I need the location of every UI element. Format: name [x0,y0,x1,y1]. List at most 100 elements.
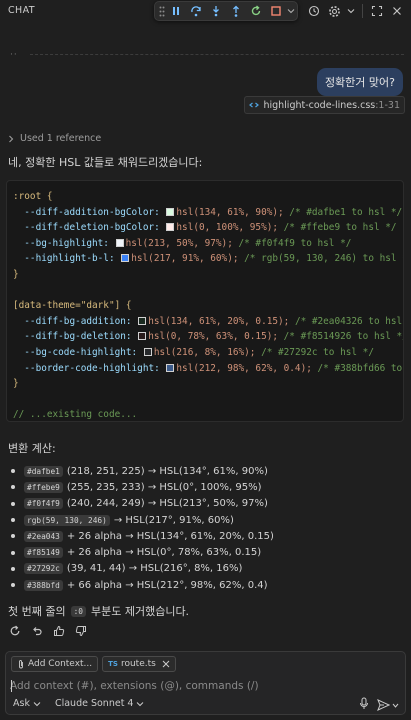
code-token: hsl(217, 91%, 60%); [131,253,245,265]
color-swatch[interactable] [166,363,175,372]
list-item: #27292c (39, 41, 44) → HSL(216°, 8%, 16%) [8,561,274,577]
restart-icon[interactable] [246,2,266,20]
conversion-list: #dafbe1 (218, 251, 225) → HSL(134°, 61%, … [8,463,274,593]
bullet-icon [11,501,15,506]
code-token: --border-code-highlight: [13,362,166,374]
gear-icon[interactable] [326,3,342,19]
list-item: #2ea043 + 26 alpha → HSL(134°, 61%, 20%, … [8,528,274,544]
conversion-text: → HSL(217°, 91%, 60%) [113,514,234,526]
thumbs-up-icon[interactable] [50,622,67,639]
code-token: --bg-highlight: [13,237,115,249]
input-actions [359,697,399,713]
undo-icon[interactable] [28,622,45,639]
chevron-down-icon[interactable] [346,3,356,19]
step-into-icon[interactable] [206,2,226,20]
code-block: :root { --diff-addition-bgColor: hsl(134… [6,180,404,422]
list-item: #dafbe1 (218, 251, 225) → HSL(134°, 61%, … [8,463,274,479]
retry-icon[interactable] [6,622,23,639]
inline-code: :0 [70,605,86,617]
code-line: --diff-addition-bgColor: hsl(134, 61%, 9… [13,205,402,221]
code-line: } [13,267,397,283]
conversion-text: (255, 235, 233) → HSL(0°, 100%, 95%) [66,481,262,493]
closing-before: 첫 번째 줄의 [8,605,66,618]
new-window-icon[interactable] [369,3,385,19]
history-icon[interactable] [306,3,322,19]
code-token: } [13,268,19,280]
typescript-icon: TS [108,660,118,668]
bullet-icon [11,534,15,539]
code-line: --highlight-b-l: hsl(217, 91%, 60%); /* … [13,251,403,267]
add-context-button[interactable]: Add Context... [11,656,99,672]
add-context-label: Add Context... [28,659,93,669]
color-swatch[interactable] [166,207,175,216]
step-over-icon[interactable] [186,2,206,20]
code-token: :root { [13,191,53,202]
color-swatch[interactable] [121,254,130,263]
code-token: /* #f0f4f9 to hsl */ [238,237,352,249]
code-line: --bg-highlight: hsl(213, 50%, 97%); /* #… [13,236,397,252]
chevron-down-icon [33,701,41,706]
code-line: :root { [13,189,397,205]
code-token: /* #f8514926 to hsl */ [283,331,404,343]
debug-toolbar [154,1,298,21]
step-out-icon[interactable] [226,2,246,20]
conversion-text: + 26 alpha → HSL(0°, 78%, 63%, 0.15) [66,547,262,559]
paperclip-icon [19,660,23,669]
thumbs-down-icon[interactable] [72,622,89,639]
color-swatch[interactable] [115,238,124,247]
color-swatch[interactable] [166,223,175,232]
text-caret [11,680,12,692]
code-token: hsl(213, 50%, 97%); [125,237,239,249]
inline-code: #388bfd [24,579,63,591]
send-icon[interactable] [377,699,399,711]
code-line: --diff-bg-deletion: hsl(0, 78%, 63%, 0.1… [13,329,403,345]
code-token: --diff-deletion-bgColor: [13,222,166,234]
chat-input[interactable] [10,677,400,695]
bullet-icon [11,469,15,474]
file-code-icon [249,102,260,108]
color-swatch[interactable] [138,332,147,341]
inline-code: #2ea043 [24,530,63,542]
bullet-icon [11,550,15,555]
mode-picker[interactable]: Ask [13,698,41,709]
drag-handle-icon[interactable] [158,5,166,17]
code-token: /* #388bfd66 to hsl [317,362,403,374]
used-references-label: Used 1 reference [20,133,102,144]
inline-code: #f85149 [24,547,63,559]
close-icon[interactable] [162,660,170,668]
list-item: #f0f4f9 (240, 244, 249) → HSL(213°, 50%, … [8,496,274,512]
closing-after: 부분도 제거했습니다. [90,605,190,618]
microphone-icon[interactable] [359,697,369,713]
color-swatch[interactable] [138,316,147,325]
code-token: [data-theme="dark"] { [13,300,132,312]
color-swatch[interactable] [143,347,152,356]
close-icon[interactable] [389,3,405,19]
file-chip-label: route.ts [120,659,156,669]
file-reference-chip[interactable]: highlight-code-lines.css:1-31 [244,96,405,114]
code-line: --diff-bg-addition: hsl(134, 61%, 20%, 0… [13,314,402,330]
code-line: } [13,376,397,392]
code-token: /* rgb(59, 130, 246) to hsl */ [244,253,404,265]
used-references-toggle[interactable]: Used 1 reference [8,133,101,144]
chevron-down-icon[interactable] [286,2,296,20]
chevron-right-icon [9,135,14,142]
code-token: --diff-addition-bgColor: [13,206,166,218]
pause-icon[interactable] [166,2,186,20]
code-line: --bg-code-highlight: hsl(216, 8%, 16%); … [13,345,397,361]
model-picker[interactable]: Claude Sonnet 4 [55,698,145,709]
stop-icon[interactable] [266,2,286,20]
file-chip-route[interactable]: TS route.ts [102,656,176,672]
list-item: rgb(59, 130, 246) → HSL(217°, 91%, 60%) [8,512,274,528]
inline-code: #27292c [24,563,63,575]
list-item: #f85149 + 26 alpha → HSL(0°, 78%, 63%, 0.… [8,544,274,560]
header-divider [362,4,363,18]
code-token: --bg-code-highlight: [13,346,143,358]
conversion-text: (240, 244, 249) → HSL(213°, 50%, 97%) [66,498,268,510]
closing-text: 첫 번째 줄의 :0 부분도 제거했습니다. [8,603,189,619]
code-token: /* #ffebe9 to hsl */ [283,222,397,234]
chevron-down-icon[interactable] [392,703,399,708]
bullet-icon [11,518,15,523]
code-token: --highlight-b-l: [13,253,121,265]
code-line: --diff-deletion-bgColor: hsl(0, 100%, 95… [13,220,397,236]
